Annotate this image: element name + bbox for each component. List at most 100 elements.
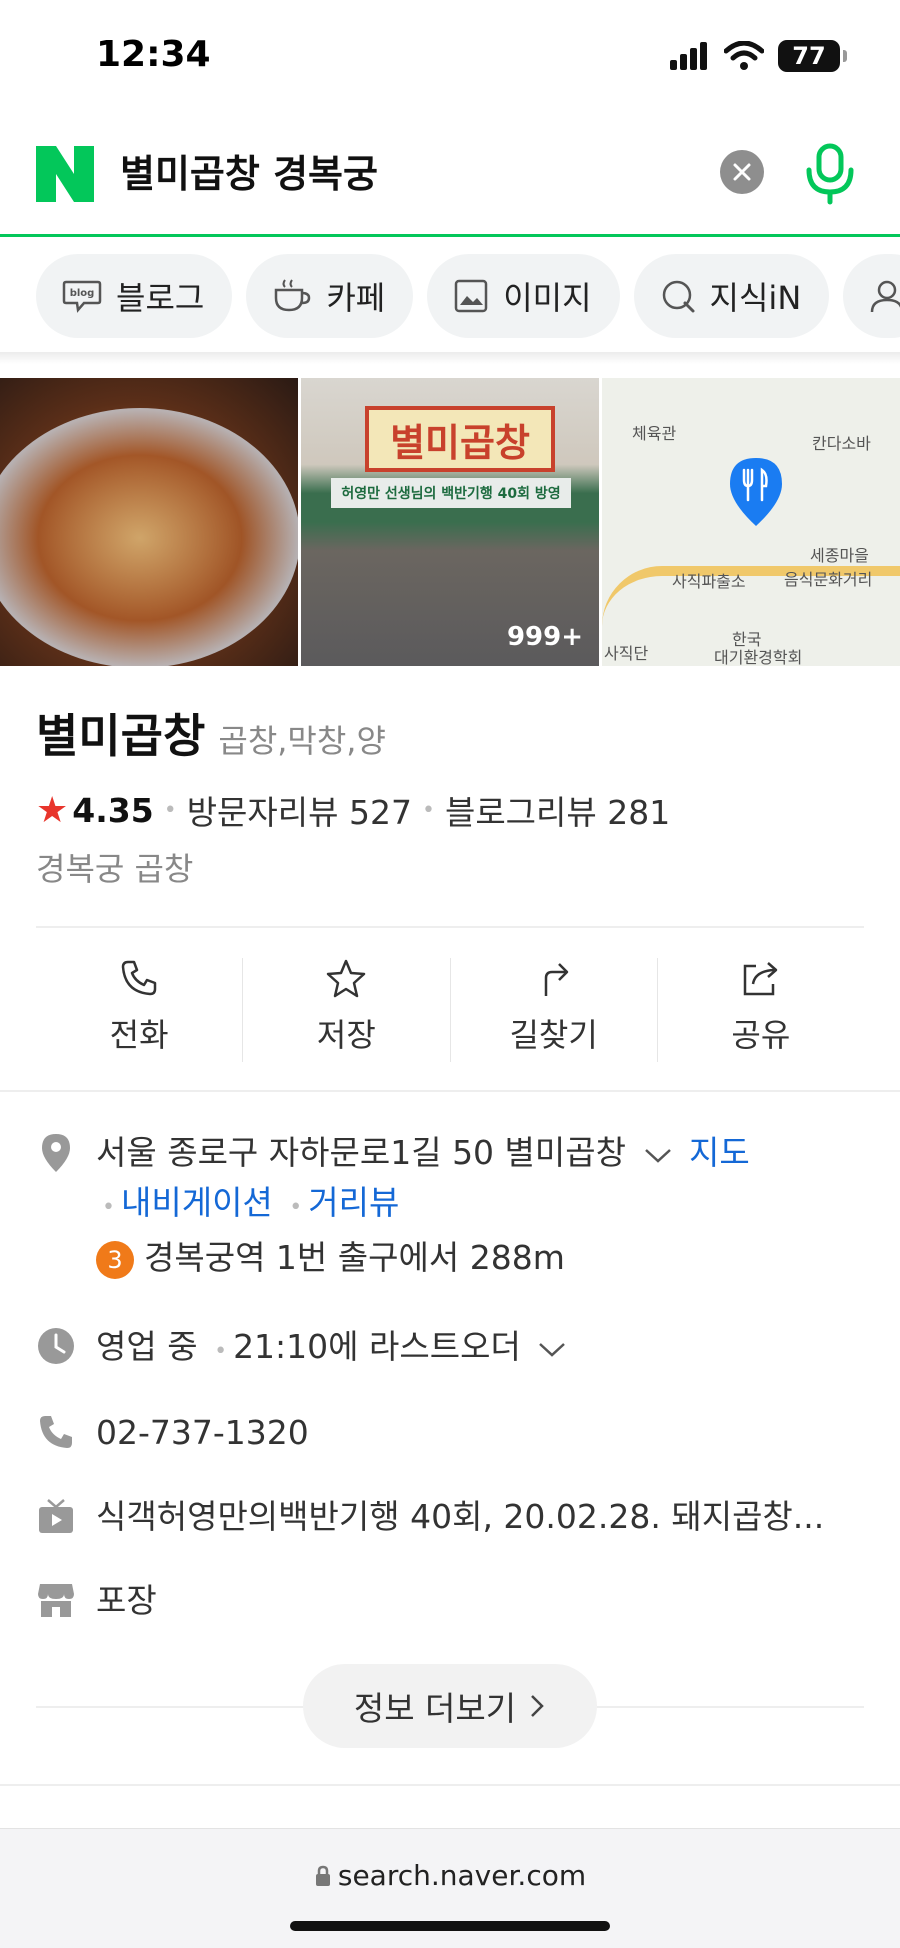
cellular-signal-icon — [670, 42, 707, 70]
naver-logo-icon[interactable] — [36, 146, 94, 202]
business-status: 영업 중 — [96, 1327, 198, 1366]
address-block: 서울 종로구 자하문로1길 50 별미곱창 지도 • 내비게이션 • 거리뷰 3 경복… — [96, 1128, 750, 1283]
map-link[interactable]: 지도 — [689, 1133, 750, 1172]
chevron-down-icon[interactable] — [537, 1339, 567, 1359]
blog-reviews-link[interactable]: 블로그리뷰 281 — [445, 786, 670, 834]
tab-cafe[interactable]: 카페 — [246, 254, 414, 338]
separator-dot: • — [214, 1339, 228, 1364]
phone-row[interactable]: 02-737-1320 — [36, 1408, 864, 1458]
clear-search-button[interactable] — [720, 150, 764, 194]
service-option: 포장 — [96, 1581, 157, 1620]
chevron-right-icon — [531, 1695, 544, 1717]
map-label: 세종마을 — [810, 546, 869, 565]
share-button[interactable]: 공유 — [658, 958, 864, 1062]
star-outline-icon — [327, 959, 366, 998]
map-label: 체육관 — [632, 424, 677, 443]
url-text: search.naver.com — [337, 1859, 587, 1892]
wifi-icon — [724, 41, 764, 70]
search-bar: 별미곱창 경복궁 — [0, 120, 900, 237]
tab-more[interactable] — [843, 254, 900, 338]
save-label: 저장 — [316, 1016, 376, 1054]
more-info-section: 정보 더보기 — [36, 1664, 864, 1748]
call-label: 전화 — [109, 1016, 169, 1054]
cafe-icon — [275, 279, 311, 312]
visitor-reviews-link[interactable]: 방문자리뷰 527 — [187, 786, 412, 834]
rating-score: 4.35 — [72, 790, 154, 830]
close-icon — [733, 163, 751, 181]
separator-dot: • — [289, 1195, 303, 1220]
map-label: 대기환경학회 — [714, 648, 803, 666]
blog-icon: blog — [62, 280, 102, 313]
place-area: 경복궁 곱창 — [36, 850, 194, 888]
place-category: 곱창,막창,양 — [218, 722, 386, 760]
divider — [36, 926, 864, 928]
kin-icon — [662, 280, 695, 313]
divider — [0, 1784, 900, 1786]
separator-dot: • — [102, 1195, 115, 1220]
more-info-label: 정보 더보기 — [353, 1689, 517, 1728]
tabs-shadow — [0, 352, 900, 364]
person-icon — [871, 280, 900, 313]
hours-text: 영업 중 • 21:10에 라스트오더 — [96, 1322, 573, 1377]
store-banner: 허영만 선생님의 백반기행 40회 방영 — [331, 478, 571, 508]
place-name[interactable]: 별미곱창 — [36, 709, 205, 763]
map-label: 칸다소바 — [812, 434, 871, 453]
map-label: 사직파출소 — [672, 572, 746, 591]
photo-storefront[interactable]: 별미곱창 허영만 선생님의 백반기행 40회 방영 999+ — [301, 378, 599, 666]
address-row: 서울 종로구 자하문로1길 50 별미곱창 지도 • 내비게이션 • 거리뷰 3 경복… — [36, 1128, 864, 1283]
tv-icon — [39, 1499, 73, 1533]
phone-number[interactable]: 02-737-1320 — [96, 1408, 309, 1458]
map-pin-icon — [730, 458, 782, 526]
phone-icon — [121, 960, 157, 996]
divider — [0, 1090, 900, 1092]
microphone-icon[interactable] — [802, 142, 858, 206]
call-button[interactable]: 전화 — [36, 958, 244, 1062]
service-row: 포장 — [36, 1576, 864, 1626]
image-icon — [454, 279, 488, 313]
home-indicator[interactable] — [290, 1921, 610, 1931]
rating-line: ★ 4.35 • 방문자리뷰 527 • 블로그리뷰 281 — [36, 786, 670, 834]
map-label: 사직단 — [604, 644, 649, 663]
location-pin-icon — [42, 1134, 70, 1172]
hours-row[interactable]: 영업 중 • 21:10에 라스트오더 — [36, 1322, 864, 1377]
directions-icon — [544, 963, 568, 996]
tv-row[interactable]: 식객허영만의백반기행 40회, 20.02.28. 돼지곱창... — [36, 1492, 864, 1542]
photo-map[interactable]: 체육관 칸다소바 사직파출소 세종마을 음식문화거리 사직단 한국 대기환경학회 — [602, 378, 900, 666]
action-bar: 전화 저장 길찾기 공유 — [36, 958, 864, 1062]
photo-food[interactable] — [0, 378, 298, 666]
tab-blog-label: 블로그 — [116, 279, 205, 317]
more-info-button[interactable]: 정보 더보기 — [303, 1664, 597, 1748]
directions-button[interactable]: 길찾기 — [451, 958, 658, 1062]
photo-count: 999+ — [506, 622, 583, 652]
status-indicators: 77 — [670, 40, 847, 72]
directions-label: 길찾기 — [509, 1016, 598, 1054]
search-category-tabs: blog 블로그 카페 이미지 지식iN — [0, 240, 900, 352]
store-icon — [38, 1584, 74, 1617]
street-view-link[interactable]: 거리뷰 — [308, 1183, 399, 1222]
subway-line-badge: 3 — [96, 1240, 134, 1279]
chevron-down-icon[interactable] — [643, 1145, 673, 1165]
browser-address-bar[interactable]: search.naver.com — [0, 1828, 900, 1948]
store-sign: 별미곱창 — [365, 406, 555, 472]
share-icon — [743, 962, 778, 996]
subway-distance: 경복궁역 1번 출구에서 288m — [144, 1238, 565, 1277]
status-bar: 12:34 77 — [0, 0, 900, 120]
clock-icon — [38, 1328, 74, 1364]
search-input[interactable]: 별미곱창 경복궁 — [120, 146, 378, 202]
navigation-link[interactable]: 내비게이션 — [121, 1183, 273, 1222]
lock-icon — [315, 1865, 330, 1886]
save-button[interactable]: 저장 — [243, 958, 451, 1062]
phone-icon — [40, 1416, 72, 1448]
last-order: 21:10에 라스트오더 — [233, 1327, 521, 1366]
battery-icon: 77 — [778, 40, 847, 72]
share-label: 공유 — [731, 1016, 791, 1054]
tab-kin[interactable]: 지식iN — [633, 254, 830, 338]
url-display[interactable]: search.naver.com — [0, 1859, 900, 1892]
svg-text:blog: blog — [70, 288, 95, 299]
tab-cafe-label: 카페 — [326, 279, 386, 317]
tab-blog[interactable]: blog 블로그 — [36, 254, 233, 338]
tab-kin-label: 지식iN — [709, 279, 802, 317]
tab-image[interactable]: 이미지 — [427, 254, 620, 338]
map-label: 음식문화거리 — [784, 570, 873, 589]
place-title: 별미곱창 곱창,막창,양 — [36, 700, 386, 766]
